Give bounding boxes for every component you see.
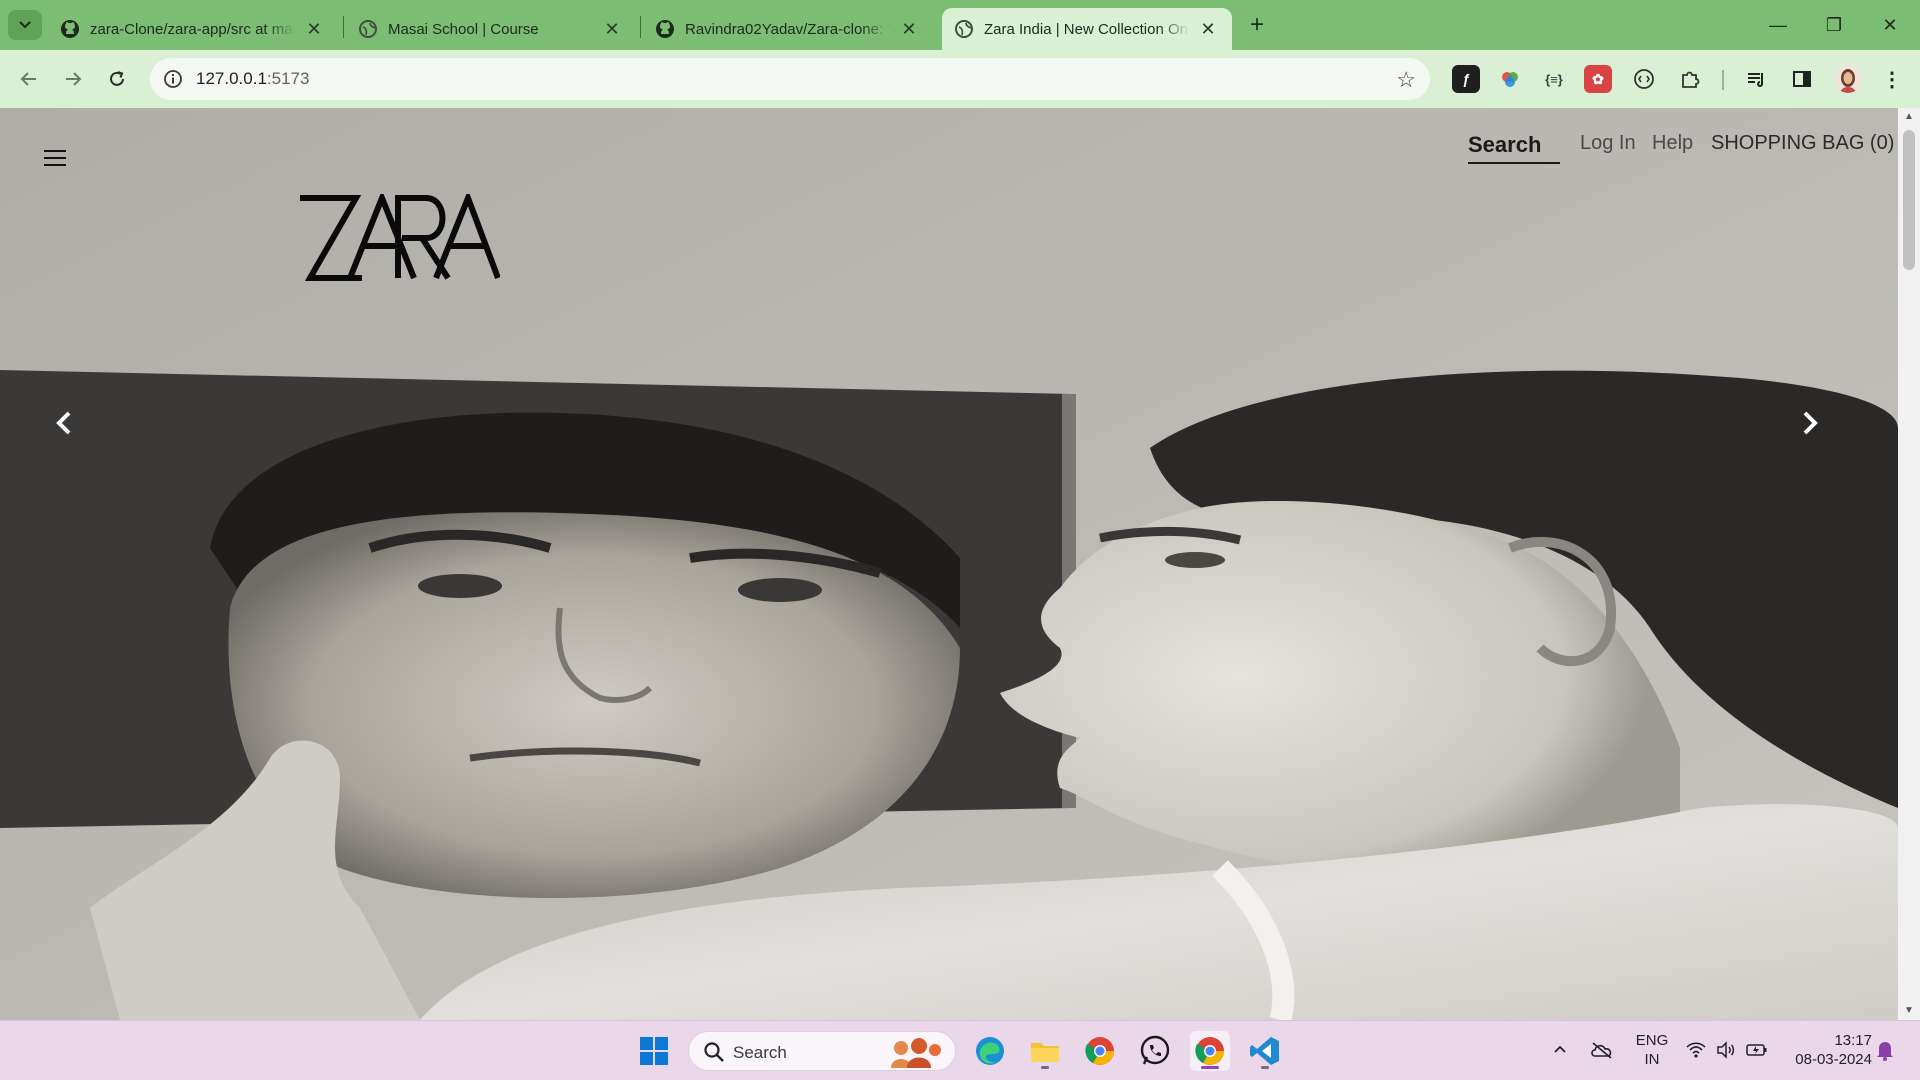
tab-github-zara-clone[interactable]: zara-Clone/zara-app/src at main ✕ (48, 8, 338, 50)
whatsapp-icon[interactable] (1135, 1031, 1175, 1071)
sidepanel-icon[interactable] (1788, 65, 1816, 93)
media-icon[interactable] (1742, 65, 1770, 93)
login-link[interactable]: Log In (1580, 132, 1636, 155)
new-tab-button[interactable]: + (1243, 12, 1271, 40)
clock-time: 13:17 (1834, 1032, 1872, 1049)
search-icon (704, 1042, 724, 1062)
tab-separator (343, 16, 344, 38)
vscode-icon[interactable] (1245, 1031, 1285, 1071)
search-link[interactable]: Search (1468, 132, 1560, 164)
battery-icon[interactable] (1746, 1041, 1768, 1064)
scroll-down-arrow[interactable]: ▼ (1898, 1002, 1920, 1020)
system-clock[interactable]: 13:17 08-03-2024 (1776, 1031, 1872, 1069)
menu-line (44, 157, 66, 159)
chrome-icon[interactable] (1080, 1031, 1120, 1071)
close-tab-icon[interactable]: ✕ (304, 19, 324, 39)
menu-line (44, 164, 66, 166)
menu-line (44, 150, 66, 152)
minimize-button[interactable]: — (1758, 10, 1798, 40)
scroll-thumb[interactable] (1903, 130, 1915, 270)
scroll-up-arrow[interactable]: ▲ (1898, 108, 1920, 126)
clock-date: 08-03-2024 (1795, 1051, 1872, 1068)
formula-icon[interactable]: ƒ (1452, 65, 1480, 93)
help-link[interactable]: Help (1652, 132, 1693, 155)
toolbar-separator (1722, 70, 1724, 90)
windows-start-icon[interactable] (634, 1031, 674, 1071)
json-icon[interactable]: {≡} (1540, 65, 1568, 93)
taskbar-search-box[interactable]: Search (688, 1031, 956, 1071)
language-indicator[interactable]: ENG IN (1634, 1031, 1670, 1069)
chevron-right-icon (1803, 411, 1818, 435)
browser-toolbar: 127.0.0.1:5173 ☆ ƒ {≡} ✿ ⋮ (0, 50, 1920, 108)
wifi-icon[interactable] (1686, 1041, 1706, 1064)
arrow-right-icon (66, 72, 82, 86)
globe-icon (955, 20, 973, 38)
reload-icon (110, 71, 124, 86)
profile-avatar[interactable] (1834, 65, 1862, 93)
onedrive-icon[interactable] (1590, 1041, 1614, 1064)
page-viewport: Search Log In Help SHOPPING BAG (0) (0, 108, 1898, 1020)
chevron-down-icon (19, 21, 31, 29)
taskbar-search-placeholder: Search (733, 1043, 787, 1062)
tab-search-button[interactable] (8, 10, 42, 40)
puzzle-icon[interactable] (1676, 65, 1704, 93)
tab-github-ravindra[interactable]: Ravindra02Yadav/Zara-clone: Th ✕ (643, 8, 933, 50)
close-tab-icon[interactable]: ✕ (1198, 19, 1218, 39)
tab-title: Masai School | Course (388, 20, 539, 38)
close-tab-icon[interactable]: ✕ (899, 19, 919, 39)
tab-title: Ravindra02Yadav/Zara-clone: Th (685, 20, 891, 38)
color-wheel-icon[interactable] (1496, 65, 1524, 93)
forward-button[interactable] (58, 64, 88, 94)
globe-icon (359, 20, 377, 38)
zara-logo[interactable] (298, 194, 500, 282)
running-indicator (1201, 1066, 1219, 1069)
close-tab-icon[interactable]: ✕ (602, 19, 622, 39)
running-indicator (1041, 1066, 1049, 1069)
close-window-button[interactable]: ✕ (1870, 10, 1910, 40)
arrow-left-icon (20, 72, 36, 86)
tab-title: Zara India | New Collection On (984, 20, 1188, 38)
address-bar[interactable]: 127.0.0.1:5173 ☆ (150, 58, 1430, 100)
hero-image (0, 108, 1898, 1020)
github-icon (61, 20, 79, 38)
tab-title: zara-Clone/zara-app/src at main (90, 20, 296, 38)
volume-icon[interactable] (1716, 1041, 1736, 1064)
notification-bell-icon[interactable] (1876, 1039, 1894, 1066)
shopping-bag-link[interactable]: SHOPPING BAG (0) (1711, 132, 1894, 155)
url-host: 127.0.0.1 (196, 69, 267, 88)
github-icon (656, 20, 674, 38)
chrome-icon[interactable] (1190, 1031, 1230, 1071)
restore-button[interactable]: ❐ (1814, 10, 1854, 40)
circle-code-icon[interactable] (1630, 65, 1658, 93)
url-text: 127.0.0.1:5173 (196, 69, 309, 89)
file-explorer-icon[interactable] (1025, 1031, 1065, 1071)
hamburger-menu-button[interactable] (44, 150, 66, 168)
chevron-left-icon (56, 411, 71, 435)
bookmark-star-icon[interactable]: ☆ (1396, 67, 1416, 93)
vertical-scrollbar[interactable]: ▲ ▼ (1898, 108, 1920, 1020)
carousel-next-button[interactable] (1790, 403, 1830, 443)
tab-zara-india[interactable]: Zara India | New Collection On ✕ (942, 8, 1232, 50)
search-highlight-icon (891, 1038, 941, 1068)
tab-separator (640, 16, 641, 38)
carousel-prev-button[interactable] (44, 403, 84, 443)
language-region: IN (1644, 1051, 1660, 1068)
tab-strip: zara-Clone/zara-app/src at main ✕ Masai … (0, 0, 1920, 50)
menu-dots-icon[interactable]: ⋮ (1878, 65, 1906, 93)
show-hidden-icons-chevron[interactable] (1552, 1041, 1568, 1062)
url-port: :5173 (266, 69, 310, 88)
paw-icon[interactable]: ✿ (1584, 65, 1612, 93)
edge-icon[interactable] (970, 1031, 1010, 1071)
windows-taskbar: Search ENG IN 13:17 08-03-2024 (0, 1020, 1920, 1080)
site-info-icon[interactable] (162, 68, 184, 90)
tab-masai-school[interactable]: Masai School | Course ✕ (346, 8, 636, 50)
reload-button[interactable] (102, 64, 132, 94)
language-code: ENG (1635, 1032, 1669, 1049)
back-button[interactable] (14, 64, 44, 94)
running-indicator (1261, 1066, 1269, 1069)
